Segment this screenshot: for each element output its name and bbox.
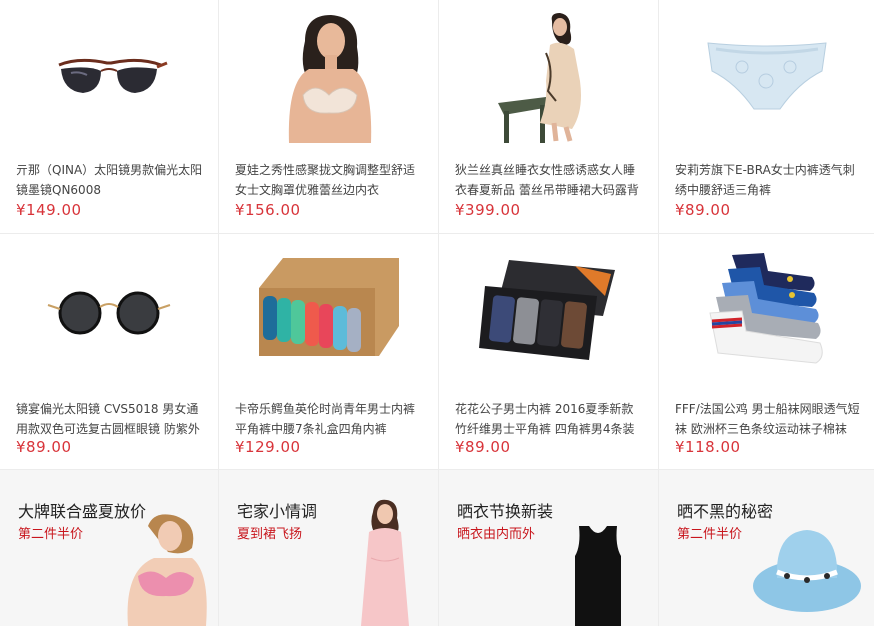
product-name[interactable]: 花花公子男士内裤 2016夏季新款 竹纤维男士平角裤 四角裤男4条装: [455, 399, 644, 439]
promo-card[interactable]: 晒不黑的秘密 第二件半价: [659, 470, 874, 626]
product-price: ¥399.00: [455, 201, 521, 219]
promo-title: 晒衣节换新装: [457, 502, 554, 521]
product-card[interactable]: 亓那（QINA）太阳镜男款偏光太阳镜墨镜QN6008 ¥149.00: [0, 0, 219, 234]
product-price: ¥129.00: [235, 438, 301, 456]
product-name[interactable]: 狄兰丝真丝睡衣女性感诱惑女人睡衣春夏新品 蕾丝吊带睡裙大码露背: [455, 160, 644, 200]
pink-dress-model-icon: [361, 499, 409, 626]
product-grid: 亓那（QINA）太阳镜男款偏光太阳镜墨镜QN6008 ¥149.00 夏娃之秀性…: [0, 0, 874, 626]
product-name[interactable]: 卡帝乐鳄鱼英伦时尚青年男士内裤平角裤中腰7条礼盒四角内裤: [235, 399, 424, 439]
socks-icon: [659, 246, 874, 376]
product-name[interactable]: 亓那（QINA）太阳镜男款偏光太阳镜墨镜QN6008: [16, 160, 204, 200]
promo-card[interactable]: 晒衣节换新装 晒衣由内而外: [439, 470, 659, 626]
product-price: ¥156.00: [235, 201, 301, 219]
nightgown-model-icon: [439, 12, 658, 143]
promo-title: 晒不黑的秘密: [677, 502, 774, 521]
product-price: ¥89.00: [455, 438, 511, 456]
product-name[interactable]: FFF/法国公鸡 男士船袜网眼透气短袜 欧洲杯三色条纹运动袜子棉袜: [675, 399, 860, 439]
sunglasses-icon: [0, 12, 218, 142]
promo-subtitle: 晒衣由内而外: [457, 527, 536, 542]
product-card[interactable]: 夏娃之秀性感聚拢文胸调整型舒适女士文胸罩优雅蕾丝边内衣 ¥156.00: [219, 0, 439, 234]
product-card[interactable]: 镜宴偏光太阳镜 CVS5018 男女通用款双色可选复古圆框眼镜 防紫外 ¥89.…: [0, 234, 219, 470]
product-card[interactable]: FFF/法国公鸡 男士船袜网眼透气短袜 欧洲杯三色条纹运动袜子棉袜 ¥118.0…: [659, 234, 874, 470]
product-price: ¥118.00: [675, 438, 741, 456]
promo-subtitle: 第二件半价: [677, 527, 743, 542]
product-card[interactable]: 狄兰丝真丝睡衣女性感诱惑女人睡衣春夏新品 蕾丝吊带睡裙大码露背 ¥399.00: [439, 0, 659, 234]
boxers-gift-box-icon: [439, 246, 658, 376]
promo-card[interactable]: 大牌联合盛夏放价 第二件半价: [0, 470, 219, 626]
product-price: ¥89.00: [16, 438, 72, 456]
bra-model-icon: [219, 12, 438, 143]
product-card[interactable]: 卡帝乐鳄鱼英伦时尚青年男士内裤平角裤中腰7条礼盒四角内裤 ¥129.00: [219, 234, 439, 470]
underwear-box-icon: [219, 246, 438, 376]
lingerie-model-icon: [127, 514, 207, 626]
product-name[interactable]: 镜宴偏光太阳镜 CVS5018 男女通用款双色可选复古圆框眼镜 防紫外: [16, 399, 204, 439]
round-sunglasses-icon: [0, 246, 218, 376]
promo-subtitle: 夏到裙飞扬: [237, 527, 303, 542]
product-name[interactable]: 安莉芳旗下E-BRA女士内裤透气刺绣中腰舒适三角裤: [675, 160, 860, 200]
promo-subtitle: 第二件半价: [18, 527, 84, 542]
product-card[interactable]: 安莉芳旗下E-BRA女士内裤透气刺绣中腰舒适三角裤 ¥89.00: [659, 0, 874, 234]
promo-title: 宅家小情调: [237, 502, 318, 521]
product-card[interactable]: 花花公子男士内裤 2016夏季新款 竹纤维男士平角裤 四角裤男4条装 ¥89.0…: [439, 234, 659, 470]
tank-top-icon: [575, 526, 621, 626]
product-price: ¥89.00: [675, 201, 731, 219]
panties-icon: [659, 12, 874, 142]
product-price: ¥149.00: [16, 201, 82, 219]
product-name[interactable]: 夏娃之秀性感聚拢文胸调整型舒适女士文胸罩优雅蕾丝边内衣: [235, 160, 424, 200]
sun-hat-icon: [753, 530, 861, 612]
promo-card[interactable]: 宅家小情调 夏到裙飞扬: [219, 470, 439, 626]
